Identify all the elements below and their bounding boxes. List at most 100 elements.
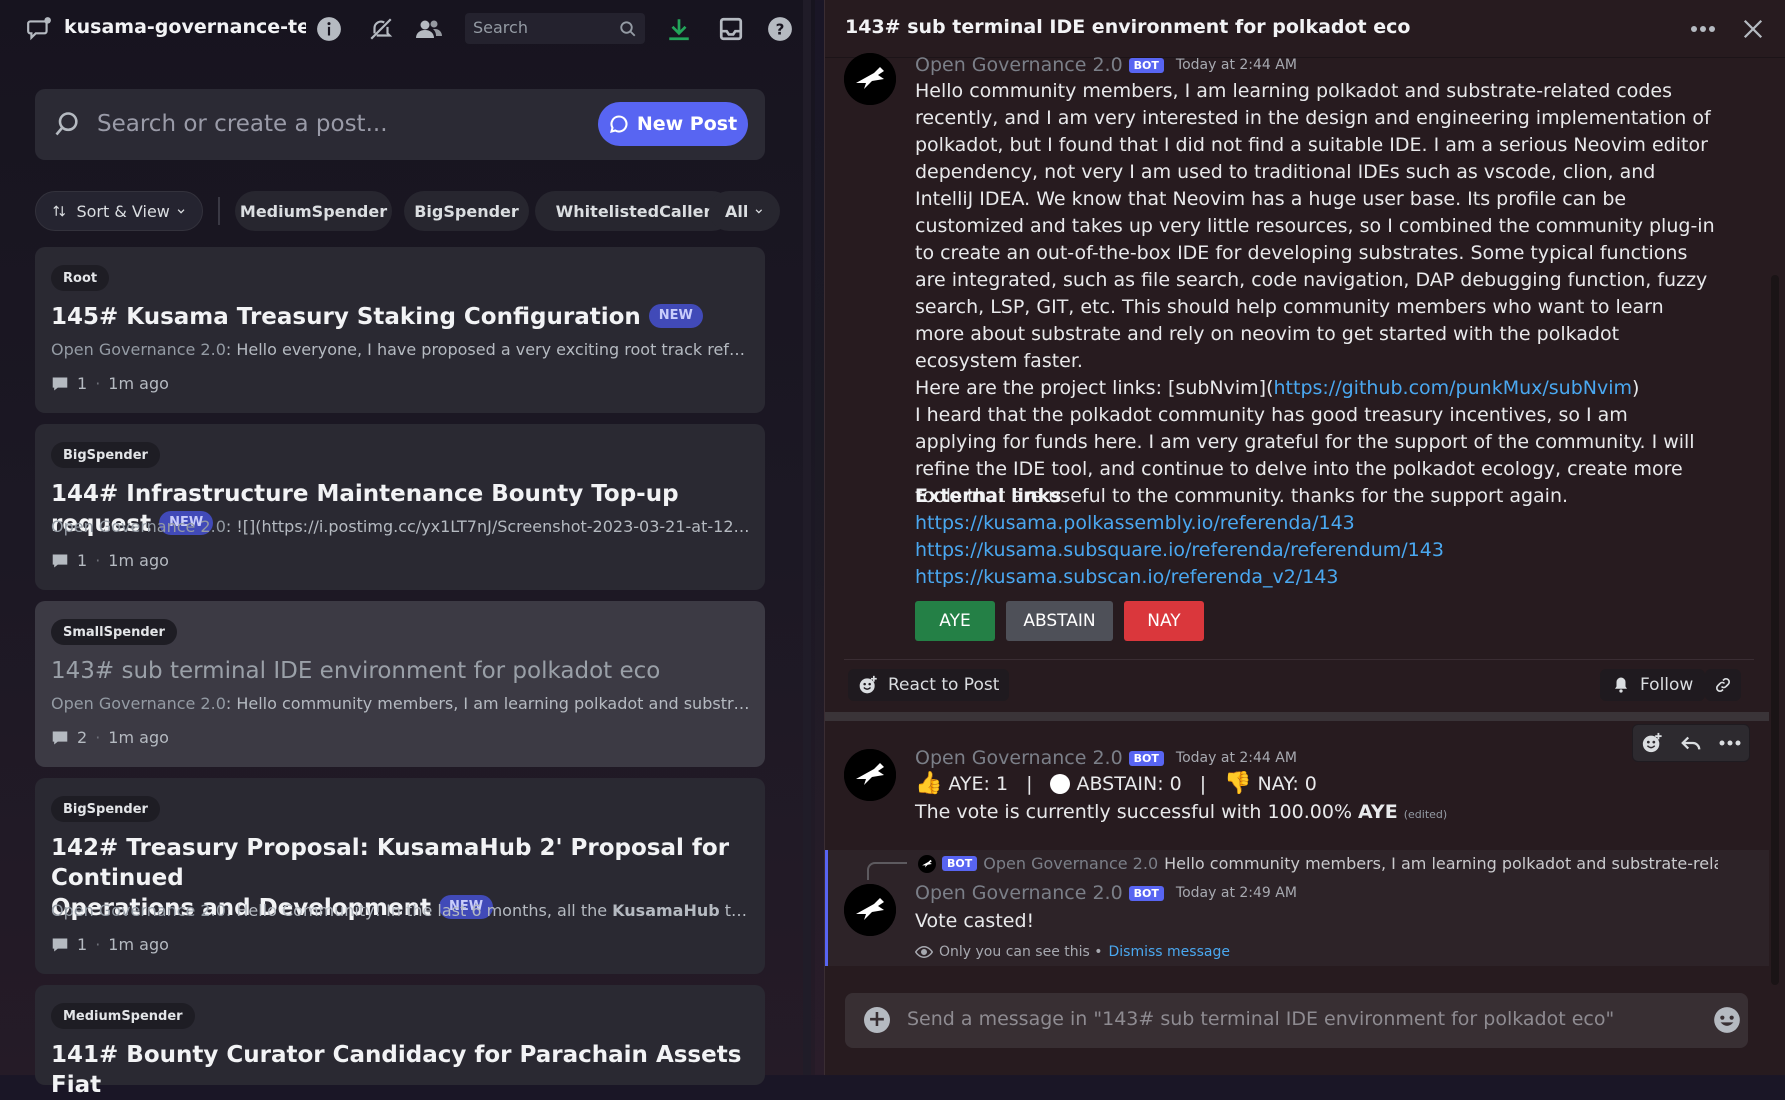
info-icon[interactable] xyxy=(314,14,344,44)
nay-button[interactable]: NAY xyxy=(1124,601,1204,641)
post-card[interactable]: MediumSpender 141# Bounty Curator Candid… xyxy=(35,985,765,1098)
follow-label: Follow xyxy=(1640,675,1694,695)
channel-topbar: kusama-governance-testing Search ? xyxy=(0,0,815,58)
post-tag: BigSpender xyxy=(51,442,160,468)
search-icon xyxy=(613,14,643,44)
thumbs-up-icon: 👍 xyxy=(915,771,943,796)
starter-message-separator xyxy=(825,712,1769,721)
emoji-icon[interactable] xyxy=(1713,1006,1741,1034)
dismiss-message-link[interactable]: Dismiss message xyxy=(1109,944,1230,960)
post-snippet: Open Governance 2.0: Hello community mem… xyxy=(51,694,751,713)
new-post-label: New Post xyxy=(636,113,738,135)
message-paragraph: Here are the project links: [subNvim](ht… xyxy=(915,375,1715,402)
tag-filter-mediumspender[interactable]: MediumSpender xyxy=(235,191,392,231)
comment-icon xyxy=(52,730,68,745)
post-meta: 1 · 1m ago xyxy=(51,551,169,570)
close-icon[interactable] xyxy=(1738,14,1768,44)
message-header: Open Governance 2.0 BOT Today at 2:44 AM xyxy=(915,747,1297,769)
tally-separator: | xyxy=(1199,772,1207,795)
inbox-icon[interactable] xyxy=(716,14,746,44)
reply-connector xyxy=(867,862,907,880)
post-card-active[interactable]: SmallSpender 143# sub terminal IDE envir… xyxy=(35,601,765,767)
message-paragraph: Hello community members, I am learning p… xyxy=(915,80,1715,372)
subscan-link[interactable]: https://kusama.subscan.io/referenda_v2/1… xyxy=(915,566,1338,588)
chevron-down-icon xyxy=(177,209,185,214)
left-scrollbar[interactable] xyxy=(803,0,811,1075)
scrollbar-thumb[interactable] xyxy=(1771,275,1779,985)
post-time: 1m ago xyxy=(108,935,169,954)
username[interactable]: Open Governance 2.0 xyxy=(915,54,1123,76)
forum-panel: kusama-governance-testing Search ? xyxy=(0,0,815,1098)
sort-icon xyxy=(53,205,66,217)
post-snippet: Open Governance 2.0: Hello everyone, I h… xyxy=(51,340,751,359)
reply-preview[interactable]: BOT Open Governance 2.0 Hello community … xyxy=(918,854,1718,873)
post-card[interactable]: Root 145# Kusama Treasury Staking Config… xyxy=(35,247,765,413)
post-snippet: Open Governance 2.0: ![](https://i.posti… xyxy=(51,517,751,536)
new-post-button[interactable]: New Post xyxy=(598,102,748,146)
add-attachment-icon[interactable]: + xyxy=(864,1007,890,1033)
thread-scrollbar[interactable] xyxy=(1769,60,1781,995)
reply-icon[interactable] xyxy=(1680,732,1702,754)
tally-separator: | xyxy=(1026,772,1033,795)
thread-title: 143# sub terminal IDE environment for po… xyxy=(845,16,1411,38)
add-reaction-icon xyxy=(859,675,877,694)
post-tag: MediumSpender xyxy=(51,1003,195,1029)
channel-name: kusama-governance-testing xyxy=(64,16,306,38)
all-tags-dropdown[interactable]: All xyxy=(709,191,780,231)
mute-notifications-icon[interactable] xyxy=(366,14,396,44)
bird-logo-icon xyxy=(844,884,896,936)
post-card[interactable]: BigSpender 144# Infrastructure Maintenan… xyxy=(35,424,765,590)
subsquare-link[interactable]: https://kusama.subsquare.io/referenda/re… xyxy=(915,539,1444,561)
post-search-bar[interactable]: Search or create a post... New Post xyxy=(35,89,765,160)
more-options-icon[interactable] xyxy=(1719,739,1741,747)
post-snippet-text: : Hello everyone, I have proposed a very… xyxy=(225,340,751,359)
download-icon[interactable] xyxy=(664,14,694,44)
bot-badge: BOT xyxy=(1128,57,1164,73)
timestamp: Today at 2:44 AM xyxy=(1175,57,1297,73)
subnvim-link[interactable]: https://github.com/punkMux/subNvim xyxy=(1274,377,1633,399)
tag-filter-whitelistedcaller[interactable]: WhitelistedCaller xyxy=(535,191,732,231)
project-links-close: ) xyxy=(1632,377,1640,399)
post-tag: Root xyxy=(51,265,110,291)
tag-filter-bigspender[interactable]: BigSpender xyxy=(404,191,529,231)
abstain-button[interactable]: ABSTAIN xyxy=(1006,601,1113,641)
post-title-line1: 142# Treasury Proposal: KusamaHub 2' Pro… xyxy=(51,835,730,891)
polkassembly-link[interactable]: https://kusama.polkassembly.io/referenda… xyxy=(915,512,1355,534)
member-list-icon[interactable] xyxy=(414,14,444,44)
help-icon[interactable]: ? xyxy=(765,14,795,44)
comment-count: 1 xyxy=(77,374,88,393)
username[interactable]: Open Governance 2.0 xyxy=(915,747,1123,769)
edited-label: (edited) xyxy=(1403,808,1448,821)
message-body: Hello community members, I am learning p… xyxy=(915,78,1715,510)
bot-avatar[interactable] xyxy=(844,884,896,936)
message-header: Open Governance 2.0 BOT Today at 2:49 AM xyxy=(915,882,1297,904)
post-time: 1m ago xyxy=(108,728,169,747)
aye-button[interactable]: AYE xyxy=(915,601,995,641)
copy-link-button[interactable] xyxy=(1705,669,1741,701)
post-title-text: 145# Kusama Treasury Staking Configurati… xyxy=(51,304,641,330)
react-to-post-button[interactable]: React to Post xyxy=(848,669,1010,701)
post-meta: 1 · 1m ago xyxy=(51,935,169,954)
post-card[interactable]: BigSpender 142# Treasury Proposal: Kusam… xyxy=(35,778,765,974)
svg-text:?: ? xyxy=(776,20,785,38)
bot-avatar[interactable] xyxy=(844,749,896,801)
add-reaction-icon[interactable] xyxy=(1641,732,1663,754)
more-options-icon[interactable] xyxy=(1688,14,1718,44)
top-search-box[interactable]: Search xyxy=(465,13,645,44)
reply-username: Open Governance 2.0 xyxy=(983,854,1159,873)
comment-count: 1 xyxy=(77,935,88,954)
post-search-placeholder: Search or create a post... xyxy=(97,111,388,137)
thread-header: 143# sub terminal IDE environment for po… xyxy=(825,0,1785,58)
sort-view-button[interactable]: Sort & View xyxy=(35,191,203,231)
bird-logo-icon xyxy=(844,749,896,801)
username[interactable]: Open Governance 2.0 xyxy=(915,882,1123,904)
message-composer[interactable]: + Send a message in "143# sub terminal I… xyxy=(845,993,1748,1048)
timestamp: Today at 2:49 AM xyxy=(1175,885,1297,901)
thumbs-down-icon: 👎 xyxy=(1224,771,1252,796)
follow-button[interactable]: Follow xyxy=(1600,669,1706,701)
bot-badge: BOT xyxy=(1128,885,1164,901)
external-links-heading: External links xyxy=(915,485,1062,507)
abstain-count: ABSTAIN: 0 xyxy=(1076,772,1182,795)
nay-count: NAY: 0 xyxy=(1257,772,1317,795)
bot-avatar[interactable] xyxy=(844,53,896,105)
